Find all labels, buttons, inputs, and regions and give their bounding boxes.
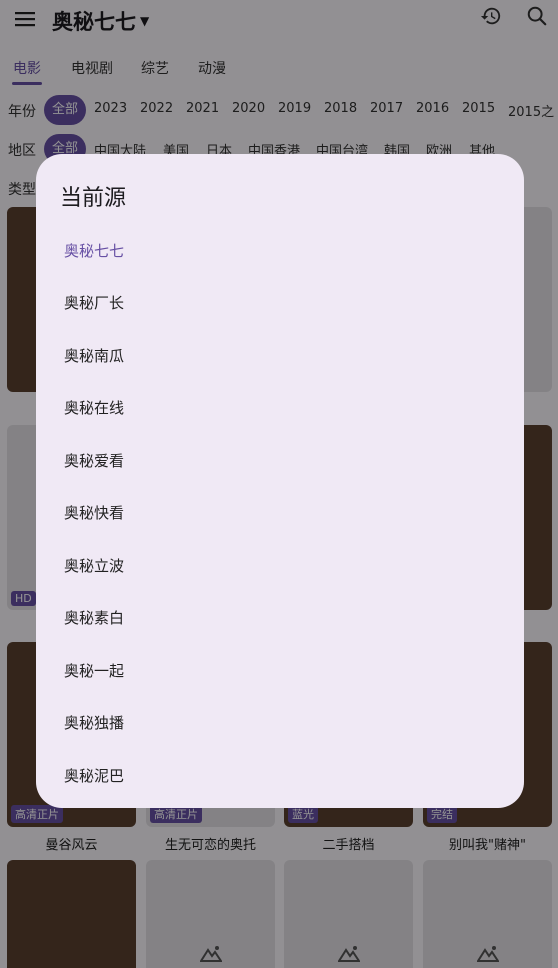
source-dialog: 当前源 奥秘七七 奥秘厂长 奥秘南瓜 奥秘在线 奥秘爱看 奥秘快看 奥秘立波 奥… (36, 154, 524, 808)
source-item[interactable]: 奥秘爱看 (36, 434, 524, 486)
source-item[interactable]: 奥秘在线 (36, 381, 524, 433)
source-item[interactable]: 奥秘立波 (36, 539, 524, 591)
source-item[interactable]: 奥秘泥巴 (36, 749, 524, 801)
source-item[interactable]: 奥秘厂长 (36, 276, 524, 328)
source-item[interactable]: 奥秘南瓜 (36, 329, 524, 381)
source-item[interactable]: 奥秘七七 (36, 224, 524, 276)
source-item[interactable]: 奥秘快看 (36, 486, 524, 538)
dialog-title: 当前源 (60, 186, 127, 211)
source-item[interactable]: 奥秘独播 (36, 696, 524, 748)
source-item[interactable]: 奥秘一起 (36, 644, 524, 696)
source-item[interactable]: 奥秘素白 (36, 591, 524, 643)
